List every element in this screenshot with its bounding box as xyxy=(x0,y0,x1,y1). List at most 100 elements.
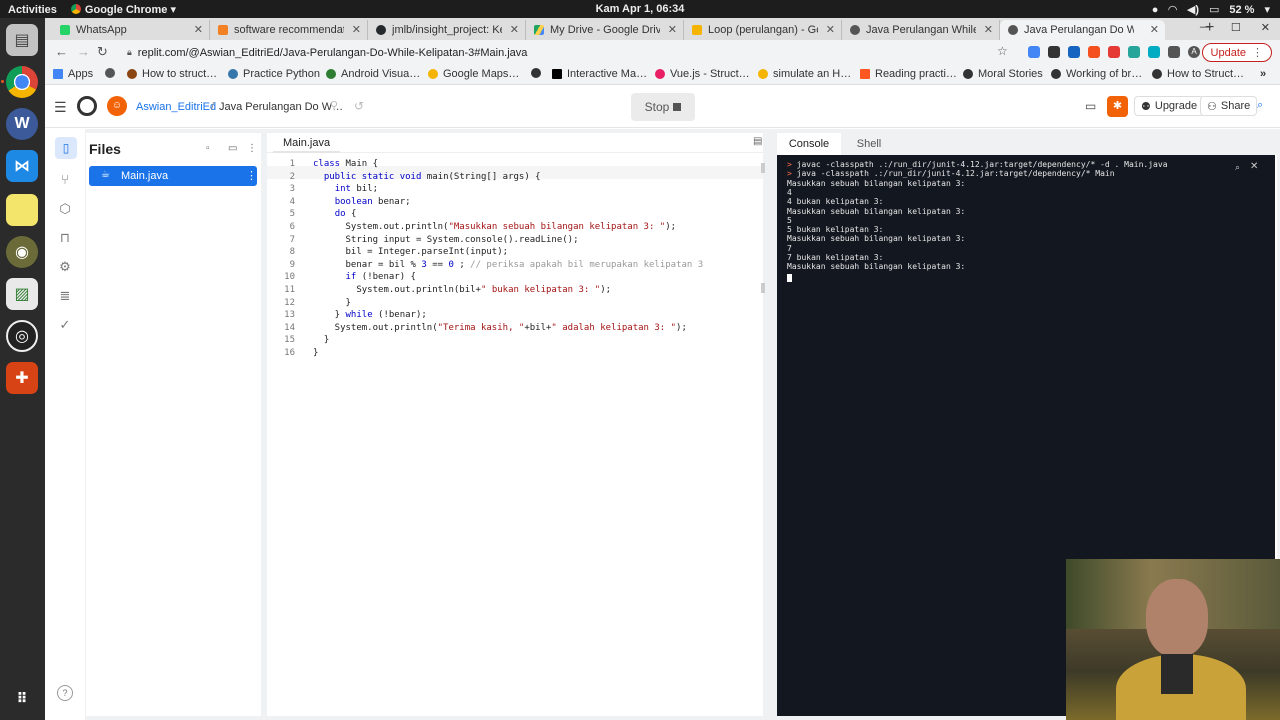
checkmark-icon[interactable]: ✓ xyxy=(57,317,73,333)
packages-icon[interactable]: ⬡ xyxy=(57,201,73,217)
extension-icon[interactable] xyxy=(1068,46,1080,58)
tab-console[interactable]: Console xyxy=(777,133,841,155)
maximize-button[interactable]: ☐ xyxy=(1231,21,1241,34)
tab-loop[interactable]: Loop (perulangan) - Goo ✕ xyxy=(684,20,842,40)
close-window-button[interactable]: ✕ xyxy=(1261,21,1270,34)
code-line[interactable]: 9 benar = bil % 3 == 0 ; // periksa apak… xyxy=(267,259,737,272)
extension-icon[interactable] xyxy=(1148,46,1160,58)
bookmark-icon-only-2[interactable] xyxy=(531,68,546,78)
stop-button[interactable]: Stop xyxy=(631,93,695,121)
system-menu-chevron-icon[interactable]: ▾ xyxy=(1264,3,1270,16)
minimize-button[interactable]: — xyxy=(1200,21,1211,34)
code-line[interactable]: 16} xyxy=(267,347,737,360)
battery-icon[interactable]: ▭ xyxy=(1209,3,1219,16)
bookmark-practice-python[interactable]: Practice Python xyxy=(228,68,320,80)
clock[interactable]: Kam Apr 1, 06:34 xyxy=(596,3,685,15)
tab-software-recommendation[interactable]: software recommendatio ✕ xyxy=(210,20,368,40)
code-line[interactable]: 15 } xyxy=(267,334,737,347)
secrets-lock-icon[interactable]: ⊓ xyxy=(57,230,73,246)
tab-shell[interactable]: Shell xyxy=(847,133,891,155)
tab-whatsapp[interactable]: WhatsApp ✕ xyxy=(52,20,210,40)
bookmark-apps[interactable]: Apps xyxy=(53,68,93,80)
close-icon[interactable]: ✕ xyxy=(194,23,203,36)
code-line[interactable]: 5 do { xyxy=(267,208,737,221)
bookmark-simulate[interactable]: simulate an H… xyxy=(758,68,851,80)
close-icon[interactable]: ✕ xyxy=(984,23,993,36)
replit-logo-icon[interactable] xyxy=(77,96,97,116)
app-menu[interactable]: Google Chrome ▾ xyxy=(70,3,176,16)
tab-github[interactable]: jmlb/insight_project: Ke ✕ xyxy=(368,20,526,40)
status-github-icon[interactable]: ● xyxy=(1152,4,1159,16)
image-viewer-icon[interactable]: ▨ xyxy=(6,278,38,310)
code-line[interactable]: 1 class Main { xyxy=(267,158,737,171)
extension-icon[interactable] xyxy=(1088,46,1100,58)
code-line[interactable]: 12 } xyxy=(267,297,737,310)
json-extension-icon[interactable] xyxy=(1048,46,1060,58)
scrollbar-thumb[interactable] xyxy=(761,163,765,173)
bookmark-reading-practice[interactable]: Reading practi… xyxy=(860,68,957,80)
vscode-icon[interactable]: ⋈ xyxy=(6,150,38,182)
app-icon[interactable]: W xyxy=(6,108,38,140)
close-icon[interactable]: ✕ xyxy=(1150,23,1159,36)
new-file-icon[interactable]: ▫ xyxy=(206,143,210,154)
disk-icon[interactable]: ◉ xyxy=(6,236,38,268)
clear-console-icon[interactable]: ✕ xyxy=(1250,161,1258,172)
code-line[interactable]: 4 boolean benar; xyxy=(267,196,737,209)
hamburger-menu-icon[interactable]: ☰ xyxy=(54,99,67,116)
address-bar[interactable]: 🔒︎ replit.com/@Aswian_EditriEd/Java-Peru… xyxy=(117,42,1017,63)
code-line[interactable]: 11 System.out.println(bil+" bukan kelipa… xyxy=(267,284,737,297)
code-line[interactable]: 14 System.out.println("Terima kasih, "+b… xyxy=(267,322,737,335)
wifi-icon[interactable]: ◠ xyxy=(1168,3,1176,16)
bookmark-how-to-struct-2[interactable]: How to Struct… xyxy=(1152,68,1244,80)
reload-icon[interactable]: ↻ xyxy=(97,44,108,60)
bookmark-working-of[interactable]: Working of br… xyxy=(1051,68,1142,80)
new-folder-icon[interactable]: ▭ xyxy=(228,143,237,154)
close-icon[interactable]: ✕ xyxy=(510,23,519,36)
show-apps-icon[interactable]: ⠿ xyxy=(6,682,38,714)
help-button[interactable]: ? xyxy=(57,685,73,701)
update-button[interactable]: Update ⋮ xyxy=(1201,43,1272,62)
bookmark-android-visual[interactable]: Android Visua… xyxy=(326,68,420,80)
notes-icon[interactable] xyxy=(6,194,38,226)
files-app-icon[interactable]: ▤ xyxy=(6,24,38,56)
repl-title[interactable]: Java Perulangan Do W… xyxy=(219,101,343,113)
bookmark-moral-stories[interactable]: Moral Stories xyxy=(963,68,1043,80)
file-menu-icon[interactable]: ⋮ xyxy=(246,169,257,182)
tab-java-while[interactable]: Java Perulangan While In✕ xyxy=(842,20,1000,40)
bookmark-icon-only[interactable] xyxy=(105,68,120,78)
editor-layout-icon[interactable]: ▤ xyxy=(753,136,762,147)
code-editor[interactable]: Main.java ▤ 1 class Main {2 public static… xyxy=(267,133,765,716)
share-button[interactable]: ⚇ Share xyxy=(1200,96,1258,116)
history-icon[interactable]: ↺ xyxy=(354,99,364,113)
upgrade-button[interactable]: ⚉ Upgrade xyxy=(1134,96,1205,116)
extensions-puzzle-icon[interactable] xyxy=(1168,46,1180,58)
bookmark-star-icon[interactable]: ☆ xyxy=(997,44,1008,58)
profile-avatar[interactable]: A xyxy=(1188,46,1200,58)
file-item-main-java[interactable]: ☕︎ Main.java ⋮ xyxy=(89,166,257,186)
settings-gear-icon[interactable]: ⚙ xyxy=(57,259,73,275)
extension-icon[interactable] xyxy=(1108,46,1120,58)
code-line[interactable]: 6 System.out.println("Masukkan sebuah bi… xyxy=(267,221,737,234)
terminal-search-icon[interactable]: ⌕ xyxy=(1235,162,1240,173)
username-link[interactable]: Aswian_EditriEd xyxy=(136,101,216,113)
user-avatar[interactable]: ☺ xyxy=(107,96,127,116)
code-area[interactable]: 1 class Main {2 public static void main(S… xyxy=(267,154,757,374)
bookmark-google-maps[interactable]: Google Maps… xyxy=(428,68,519,80)
back-icon[interactable]: ← xyxy=(55,44,68,59)
close-icon[interactable]: ✕ xyxy=(826,23,835,36)
files-icon[interactable]: ▯ xyxy=(55,137,77,159)
chat-icon[interactable]: ▭ xyxy=(1085,99,1096,113)
volume-icon[interactable]: ◀) xyxy=(1187,3,1199,16)
bookmark-interactive-map[interactable]: Interactive Ma… xyxy=(552,68,647,80)
bookmarks-overflow-button[interactable]: » xyxy=(1260,68,1266,80)
code-line[interactable]: 13 } while (!benar); xyxy=(267,309,737,322)
chrome-dock-icon[interactable] xyxy=(6,66,38,98)
tab-google-drive[interactable]: My Drive - Google Drive ✕ xyxy=(526,20,684,40)
search-icon[interactable]: ⌕ xyxy=(1257,99,1263,112)
editor-tab-main-java[interactable]: Main.java xyxy=(273,133,341,153)
extension-icon[interactable] xyxy=(1128,46,1140,58)
activities-button[interactable]: Activities xyxy=(8,4,57,16)
close-icon[interactable]: ✕ xyxy=(668,23,677,36)
extension-icon[interactable] xyxy=(1028,46,1040,58)
code-line[interactable]: 3 int bil; xyxy=(267,183,737,196)
